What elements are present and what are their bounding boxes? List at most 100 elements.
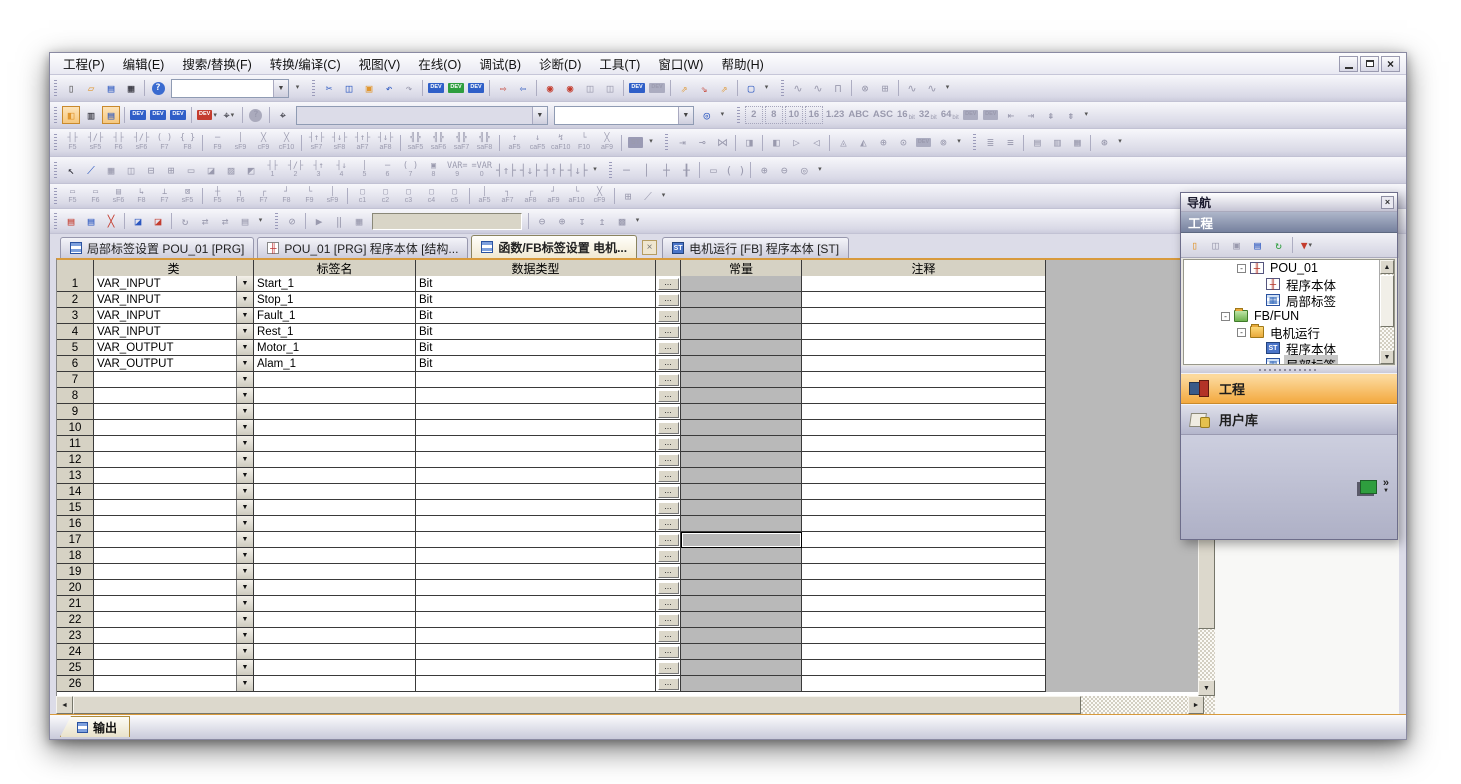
data-type-browse-button[interactable]: ... <box>658 486 679 498</box>
label-name-cell[interactable] <box>254 676 416 692</box>
data-type-cell[interactable] <box>416 484 656 500</box>
data-type-browse-button[interactable]: ... <box>658 630 679 642</box>
class-dropdown-button[interactable]: ▼ <box>236 628 253 643</box>
tree-scrollbar[interactable]: ▲ ▼ <box>1379 260 1394 364</box>
layout-icon-1[interactable]: ─ <box>617 161 635 179</box>
label-name-cell[interactable] <box>254 420 416 436</box>
sfc-zoom-icon[interactable]: ⊞ <box>619 187 637 205</box>
class-cell[interactable]: ▼ <box>94 484 254 500</box>
row-number[interactable]: 10 <box>57 420 94 436</box>
class-cell[interactable]: VAR_INPUT▼ <box>94 276 254 292</box>
tree-item[interactable]: ▦局部标签 <box>1184 356 1394 365</box>
class-dropdown-button[interactable]: ▼ <box>236 308 253 323</box>
data-type-browse-button[interactable]: ... <box>658 278 679 290</box>
menu-item[interactable]: 转换/编译(C) <box>261 52 350 75</box>
label-name-cell[interactable]: Start_1 <box>254 276 416 292</box>
class-cell[interactable]: ▼ <box>94 612 254 628</box>
label-name-cell[interactable] <box>254 452 416 468</box>
sort-filter-icon[interactable]: ▼▾ <box>1297 236 1316 255</box>
comment-cell[interactable] <box>802 532 1046 548</box>
menu-item[interactable]: 工程(P) <box>54 52 114 75</box>
data-type-browse-button[interactable]: ... <box>658 326 679 338</box>
label-name-cell[interactable] <box>254 484 416 500</box>
pulse-no-icon[interactable]: ╣╠saF5 <box>405 130 426 155</box>
sfc-row-insert-icon[interactable]: │aF5 <box>474 184 495 209</box>
class-cell[interactable]: ▼ <box>94 500 254 516</box>
constant-cell[interactable] <box>681 548 802 564</box>
pause-monitor-icon[interactable]: ‖ <box>330 212 348 230</box>
monitor-mode-icon[interactable]: ▢ <box>742 79 760 97</box>
label-name-cell[interactable]: Alam_1 <box>254 356 416 372</box>
fbd-contact-nc-icon[interactable]: ┤/├2 <box>285 158 306 183</box>
open-icon[interactable]: ▱ <box>82 79 100 97</box>
indent-icon[interactable]: ≣ <box>981 134 999 152</box>
edit-icon-3[interactable]: ⋈ <box>713 134 731 152</box>
edit-icon-2[interactable]: ⊸ <box>693 134 711 152</box>
export-file-icon[interactable]: ⇄ <box>216 212 234 230</box>
label-name-cell[interactable] <box>254 612 416 628</box>
comment-cell[interactable] <box>802 340 1046 356</box>
class-dropdown-button[interactable]: ▼ <box>236 548 253 563</box>
row-number[interactable]: 24 <box>57 644 94 660</box>
label-name-cell[interactable]: Motor_1 <box>254 340 416 356</box>
fbd-layout-toolbar-overflow[interactable]: ▾ <box>814 165 825 176</box>
edit-icon-5[interactable]: ◧ <box>767 134 785 152</box>
sfc-comment-c1-icon[interactable]: ▢c1 <box>352 184 373 209</box>
data-type-cell[interactable] <box>416 436 656 452</box>
class-dropdown-button[interactable]: ▼ <box>236 644 253 659</box>
constant-cell[interactable] <box>681 292 802 308</box>
class-dropdown-button[interactable]: ▼ <box>236 516 253 531</box>
edit-icon-7[interactable]: ◁ <box>807 134 825 152</box>
data-type-browse-button[interactable]: ... <box>658 422 679 434</box>
rising-pulse-icon[interactable]: ┤↑├sF7 <box>306 130 327 155</box>
scroll-left-arrow[interactable]: ◄ <box>56 696 73 714</box>
comment-cell[interactable] <box>802 420 1046 436</box>
row-number[interactable]: 15 <box>57 500 94 516</box>
word-32bit-icon[interactable]: 32bit <box>918 106 938 124</box>
data-type-cell[interactable] <box>416 388 656 404</box>
row-number[interactable]: 21 <box>57 596 94 612</box>
grid-icon-8[interactable]: ◩ <box>242 161 260 179</box>
application-instruction-icon[interactable]: { }F8 <box>177 130 198 155</box>
data-type-browse-button[interactable]: ... <box>658 550 679 562</box>
trace-stop-icon[interactable]: ∿ <box>809 79 827 97</box>
label-name-cell[interactable] <box>254 404 416 420</box>
dev-format1-icon[interactable]: DEV <box>962 106 980 124</box>
new-declaration-before-icon[interactable]: ◪ <box>129 212 147 230</box>
menu-item[interactable]: 窗口(W) <box>649 52 712 75</box>
tree-expander-icon[interactable]: - <box>1237 264 1246 273</box>
sfc-delete-icon[interactable]: ╳cF9 <box>589 184 610 209</box>
label-name-cell[interactable]: Fault_1 <box>254 308 416 324</box>
label-edit-toolbar-overflow[interactable]: ▾ <box>255 216 266 227</box>
invert-operation-icon[interactable]: ↯caF10 <box>550 130 571 155</box>
rising-branch-icon[interactable]: ┤↑├aF7 <box>352 130 373 155</box>
class-dropdown-button[interactable]: ▼ <box>236 452 253 467</box>
list-functions-icon[interactable]: ▥ <box>1048 134 1066 152</box>
find-zoom-icon[interactable]: ◎ <box>698 106 716 124</box>
row-number[interactable]: 26 <box>57 676 94 692</box>
sfc-se-icon[interactable]: ▢c3 <box>398 184 419 209</box>
comment-cell[interactable] <box>802 612 1046 628</box>
value-on-icon[interactable]: ⊖ <box>533 212 551 230</box>
fbd-assign-var-icon[interactable]: =VAR0 <box>470 158 492 183</box>
print-icon[interactable]: ▦ <box>122 79 140 97</box>
comment-cell[interactable] <box>802 564 1046 580</box>
window-select-combo-field[interactable] <box>172 80 273 97</box>
comment-cell[interactable] <box>802 580 1046 596</box>
data-type-browse-button[interactable]: ... <box>658 678 679 690</box>
display-format-toolbar-grip[interactable] <box>737 107 740 124</box>
coil-find-icon[interactable]: ◫ <box>601 79 619 97</box>
edit-icon-1[interactable]: ⇥ <box>673 134 691 152</box>
device-find-icon[interactable]: ◉ <box>541 79 559 97</box>
device-display-off-icon[interactable]: DEV <box>648 79 666 97</box>
dev-format2-icon[interactable]: DEV <box>982 106 1000 124</box>
st-box-icon[interactable]: ST <box>626 134 644 152</box>
display-format-toolbar-overflow[interactable]: ▾ <box>1081 110 1092 121</box>
row-number[interactable]: 2 <box>57 292 94 308</box>
pulse-nc-branch-icon[interactable]: ╣╠saF8 <box>474 130 495 155</box>
label-name-cell[interactable]: Stop_1 <box>254 292 416 308</box>
fbd-contact-icon[interactable]: ┤├1 <box>262 158 283 183</box>
grid-icon-1[interactable]: ▦ <box>102 161 120 179</box>
label-name-cell[interactable] <box>254 596 416 612</box>
data-type-cell[interactable] <box>416 468 656 484</box>
